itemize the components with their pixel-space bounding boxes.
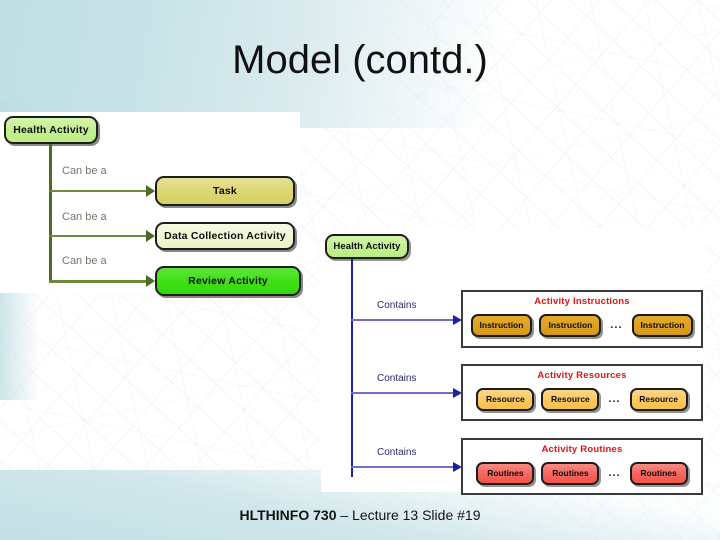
left-branch-line-2 [49, 235, 149, 237]
left-node-data-collection-activity: Data Collection Activity [155, 222, 295, 250]
right-chip-resource-2: Resource [541, 387, 600, 411]
page-title: Model (contd.) [232, 38, 488, 82]
right-branch-line-2 [351, 392, 455, 394]
left-edge-label-3: Can be a [62, 255, 107, 267]
right-group-activity-routines: Activity Routines Routines Routines ... … [461, 438, 703, 495]
right-edge-label-3: Contains [377, 447, 417, 458]
right-chip-instruction-1: Instruction [470, 313, 533, 337]
right-group-items-2: Resource Resource ... Resource [463, 385, 701, 413]
left-node-review-activity: Review Activity [155, 266, 301, 296]
right-chip-instruction-3: Instruction [631, 313, 694, 337]
left-edge-label-1: Can be a [62, 165, 107, 177]
right-ellipsis-2: ... [608, 393, 621, 405]
right-chip-routines-1: Routines [476, 461, 535, 485]
footer-lecture-info: – Lecture 13 Slide #19 [336, 507, 481, 523]
right-ellipsis-3: ... [608, 467, 621, 479]
right-group-items-1: Instruction Instruction ... Instruction [463, 311, 701, 339]
right-branch-line-1 [351, 319, 455, 321]
left-diagram-panel: Health Activity Can be a Task Can be a D… [0, 112, 301, 296]
right-branch-line-3 [351, 466, 455, 468]
left-branch-line-3 [49, 280, 149, 283]
right-diagram-panel: Health Activity Contains Activity Instru… [321, 228, 705, 495]
left-arrowhead-3 [146, 275, 155, 287]
right-group-items-3: Routines Routines ... Routines [463, 459, 701, 487]
slide: Model (contd.) Health Activity Can be a … [0, 0, 720, 540]
right-group-activity-resources: Activity Resources Resource Resource ...… [461, 364, 703, 421]
right-edge-label-2: Contains [377, 373, 417, 384]
left-node-health-activity: Health Activity [4, 116, 98, 144]
left-edge-label-2: Can be a [62, 211, 107, 223]
left-arrowhead-2 [146, 230, 155, 242]
right-group-activity-instructions: Activity Instructions Instruction Instru… [461, 290, 703, 348]
right-chip-resource-1: Resource [476, 387, 535, 411]
right-ellipsis-1: ... [610, 319, 623, 331]
right-edge-label-1: Contains [377, 300, 417, 311]
right-group-title-3: Activity Routines [541, 444, 623, 455]
right-node-health-activity: Health Activity [325, 234, 409, 259]
right-trunk-line [351, 259, 353, 477]
slide-footer: HLTHINFO 730 – Lecture 13 Slide #19 [0, 507, 720, 523]
right-group-title-2: Activity Resources [537, 370, 627, 381]
left-branch-line-1 [49, 190, 149, 192]
right-chip-instruction-2: Instruction [539, 313, 602, 337]
footer-course-code: HLTHINFO 730 [239, 507, 337, 523]
left-node-task: Task [155, 176, 295, 206]
left-arrowhead-1 [146, 185, 155, 197]
right-group-title-1: Activity Instructions [534, 296, 630, 307]
right-chip-routines-2: Routines [541, 461, 600, 485]
right-chip-routines-3: Routines [629, 461, 688, 485]
left-trunk-line [49, 144, 52, 281]
right-chip-resource-3: Resource [629, 387, 688, 411]
